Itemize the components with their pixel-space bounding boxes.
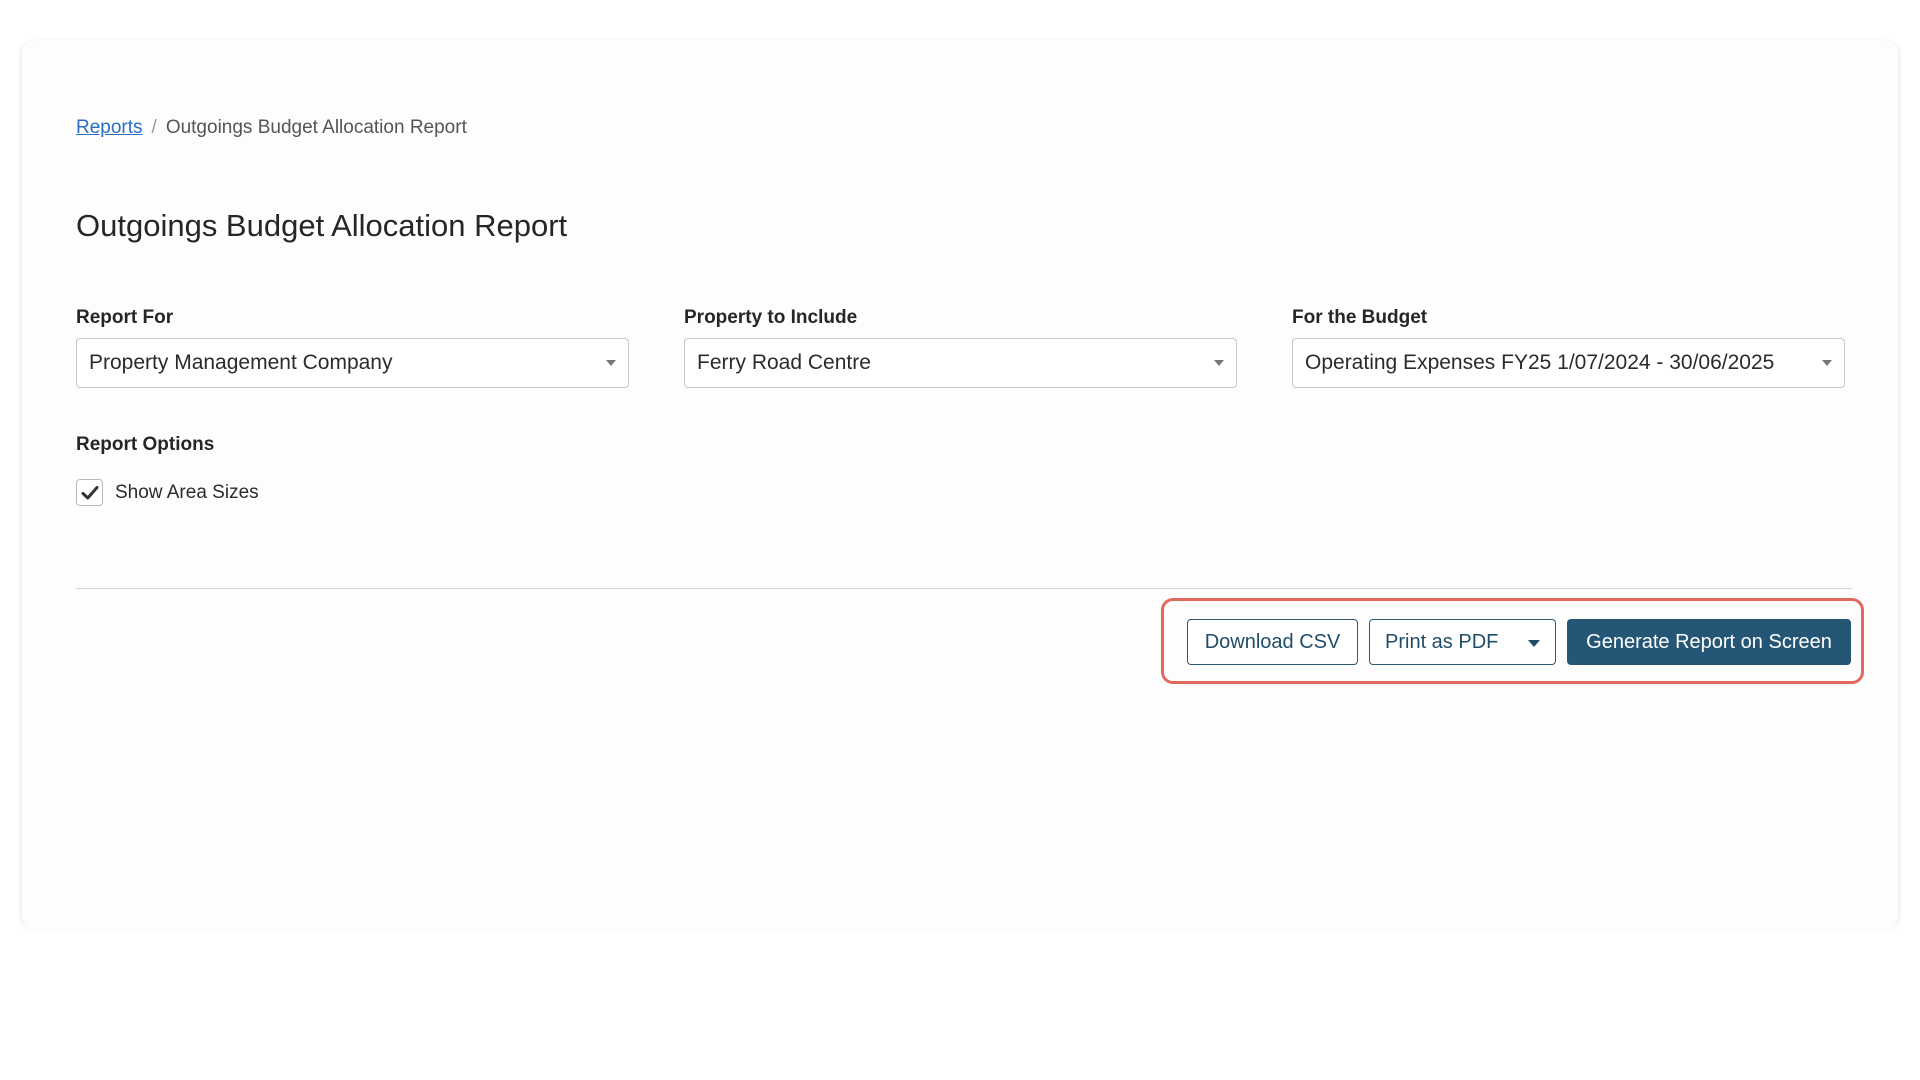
budget-value: Operating Expenses FY25 1/07/2024 - 30/0… xyxy=(1305,351,1775,374)
download-csv-label: Download CSV xyxy=(1204,630,1341,653)
show-area-sizes-checkbox[interactable] xyxy=(76,479,103,506)
property-value: Ferry Road Centre xyxy=(697,351,871,374)
breadcrumb-current: Outgoings Budget Allocation Report xyxy=(165,117,467,138)
report-for-value: Property Management Company xyxy=(89,351,393,374)
breadcrumb-separator: / xyxy=(151,117,157,138)
print-pdf-button[interactable]: Print as PDF xyxy=(1369,619,1556,665)
download-csv-button[interactable]: Download CSV xyxy=(1187,619,1358,665)
property-select[interactable]: Ferry Road Centre xyxy=(684,338,1237,388)
property-field: Property to Include Ferry Road Centre xyxy=(684,307,1237,388)
generate-report-label: Generate Report on Screen xyxy=(1586,630,1832,653)
caret-down-icon xyxy=(1528,640,1540,647)
generate-report-button[interactable]: Generate Report on Screen xyxy=(1567,619,1851,665)
checkmark-icon xyxy=(81,485,98,499)
budget-label: For the Budget xyxy=(1292,307,1428,328)
report-for-select[interactable]: Property Management Company xyxy=(76,338,629,388)
breadcrumb-link-reports[interactable]: Reports xyxy=(76,117,143,139)
section-divider xyxy=(76,588,1852,589)
report-options-label: Report Options xyxy=(76,434,215,455)
report-for-field: Report For Property Management Company xyxy=(76,307,629,388)
budget-field: For the Budget Operating Expenses FY25 1… xyxy=(1292,307,1845,388)
show-area-sizes-label: Show Area Sizes xyxy=(115,481,259,503)
budget-select[interactable]: Operating Expenses FY25 1/07/2024 - 30/0… xyxy=(1292,338,1845,388)
breadcrumb: Reports / Outgoings Budget Allocation Re… xyxy=(76,117,467,139)
report-card xyxy=(22,40,1898,930)
print-pdf-label: Print as PDF xyxy=(1385,630,1499,653)
chevron-down-icon xyxy=(1822,360,1832,366)
show-area-sizes-option: Show Area Sizes xyxy=(76,479,259,506)
property-label: Property to Include xyxy=(684,307,858,328)
chevron-down-icon xyxy=(606,360,616,366)
report-for-label: Report For xyxy=(76,307,174,328)
page-title: Outgoings Budget Allocation Report xyxy=(76,208,568,243)
chevron-down-icon xyxy=(1214,360,1224,366)
